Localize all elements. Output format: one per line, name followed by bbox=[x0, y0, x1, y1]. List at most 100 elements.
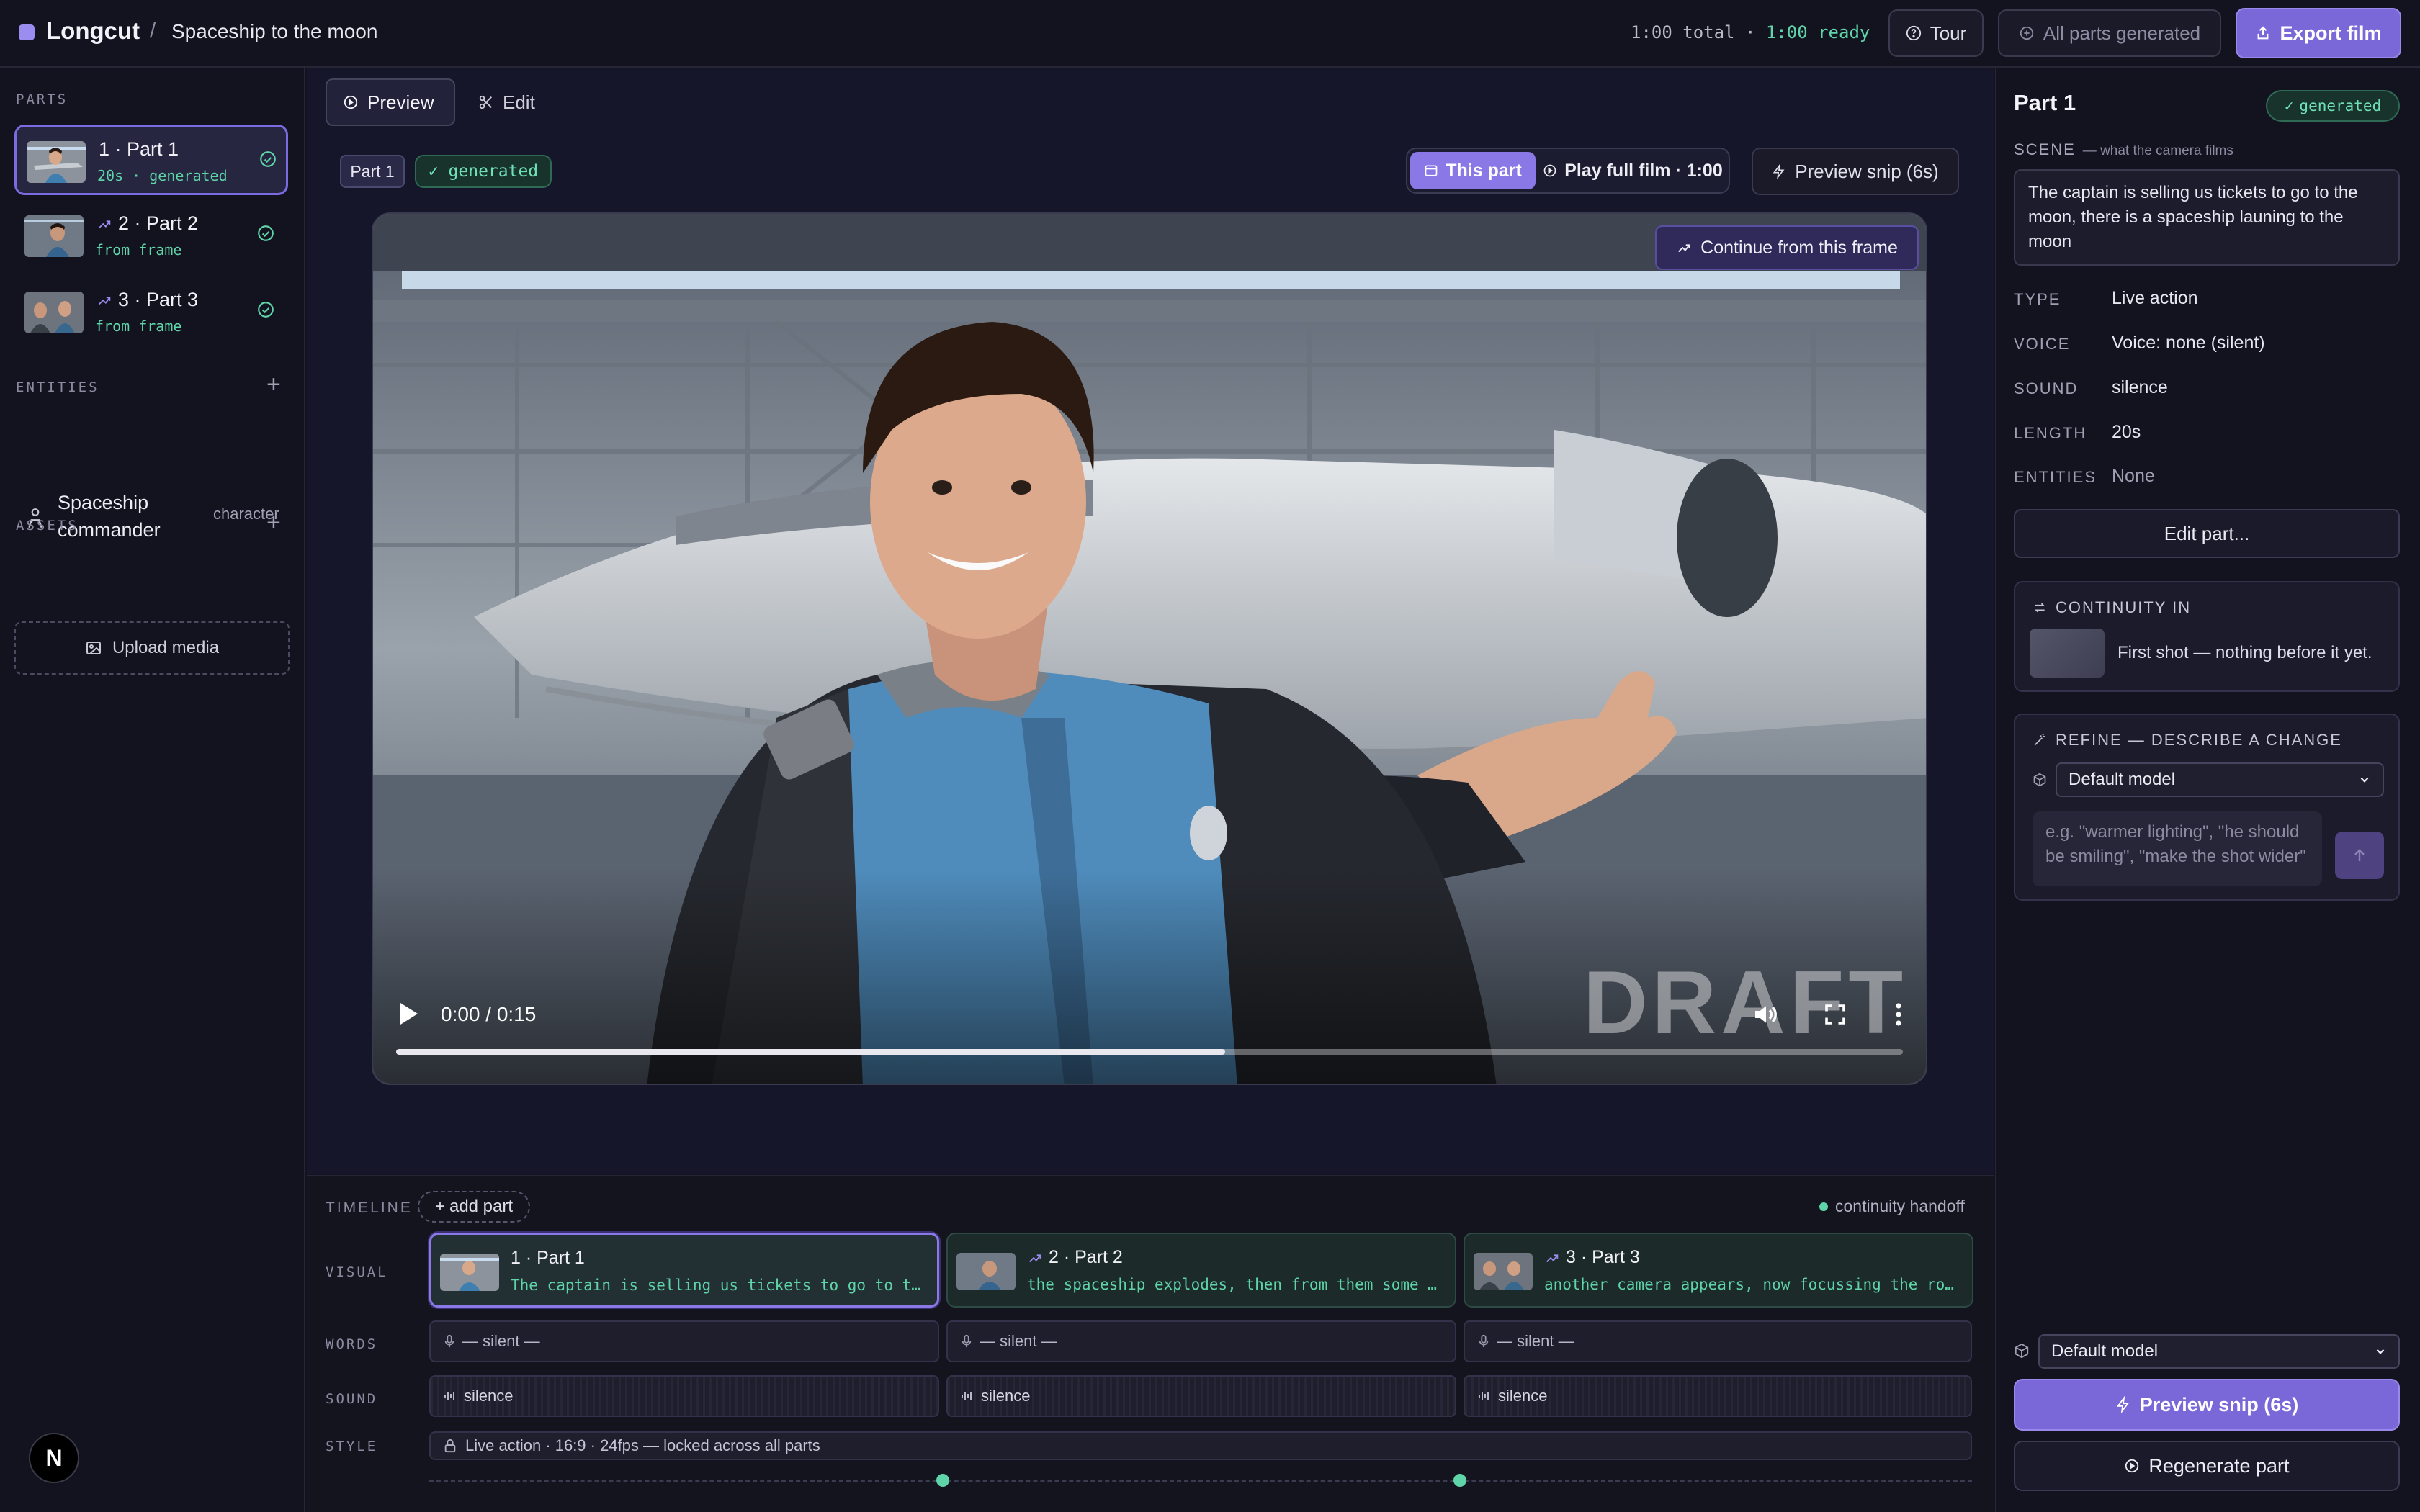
continuity-link-icon bbox=[99, 296, 111, 305]
preview-snip-button[interactable]: Preview snip (6s) bbox=[2014, 1379, 2400, 1431]
arrow-up-icon bbox=[2354, 849, 2365, 861]
clip-title: 3 · Part 3 bbox=[1566, 1247, 1640, 1267]
scene-label-row: SCENE — what the camera films bbox=[2014, 140, 2233, 159]
tour-button[interactable]: Tour bbox=[1888, 9, 1984, 57]
video-progress-track[interactable] bbox=[396, 1049, 1903, 1055]
part-title-row: 3 · Part 3 bbox=[97, 289, 198, 311]
continuity-text: First shot — nothing before it yet. bbox=[2118, 643, 2372, 662]
clip-thumbnail bbox=[1474, 1253, 1533, 1290]
ready-duration: 1:00 ready bbox=[1765, 22, 1870, 42]
timeline-label: TIMELINE bbox=[326, 1200, 413, 1216]
export-label: Export film bbox=[2280, 22, 2382, 44]
total-duration: 1:00 total bbox=[1631, 22, 1735, 42]
snip-label: Preview snip (6s) bbox=[2139, 1393, 2299, 1416]
add-entity-icon[interactable]: + bbox=[266, 371, 281, 399]
sound-lane-3[interactable]: silence bbox=[1464, 1375, 1972, 1417]
this-part-label: This part bbox=[1446, 160, 1522, 181]
handoff-marker-2[interactable] bbox=[1453, 1474, 1466, 1487]
project-title[interactable]: Spaceship to the moon bbox=[171, 20, 377, 43]
words-text: — silent — bbox=[462, 1332, 540, 1350]
sound-text: silence bbox=[464, 1387, 514, 1405]
dev-badge[interactable]: N bbox=[29, 1433, 79, 1483]
fullscreen-icon[interactable] bbox=[1822, 1002, 1848, 1027]
part-title: 3 · Part 3 bbox=[118, 289, 199, 310]
generation-model-select[interactable]: Default model bbox=[2038, 1334, 2400, 1369]
status-badge: ✓ generated bbox=[2266, 90, 2400, 122]
sound-lane-1[interactable]: silence bbox=[429, 1375, 939, 1417]
waveform-icon bbox=[444, 1392, 454, 1400]
timeline-clip-3[interactable]: 3 · Part 3 another camera appears, now f… bbox=[1464, 1233, 1973, 1308]
waveform-icon bbox=[962, 1392, 972, 1400]
scene-textarea[interactable]: The captain is selling us tickets to go … bbox=[2014, 169, 2400, 266]
tab-edit[interactable]: Edit bbox=[462, 78, 556, 126]
check-circle-icon bbox=[258, 225, 274, 241]
microphone-icon bbox=[1479, 1334, 1489, 1348]
upload-media-button[interactable]: Upload media bbox=[14, 621, 290, 675]
preview-snip-button-top[interactable]: Preview snip (6s) bbox=[1752, 148, 1959, 195]
play-full-film-toggle[interactable]: Play full film · 1:00 bbox=[1540, 152, 1726, 189]
entities-section-label: ENTITIES bbox=[16, 379, 99, 395]
field-label-type: TYPE bbox=[2014, 290, 2061, 308]
preview-snip-label: Preview snip (6s) bbox=[1795, 160, 1939, 182]
timeline-clip-1[interactable]: 1 · Part 1 The captain is selling us tic… bbox=[429, 1233, 939, 1308]
regen-label: Regenerate part bbox=[2148, 1454, 2290, 1477]
continue-from-frame-button[interactable]: Continue from this frame bbox=[1655, 225, 1919, 270]
sound-text: silence bbox=[1498, 1387, 1548, 1405]
handoff-marker-1[interactable] bbox=[936, 1474, 949, 1487]
play-icon[interactable] bbox=[398, 1002, 419, 1026]
words-lane-1[interactable]: — silent — bbox=[429, 1320, 939, 1362]
field-label-voice: VOICE bbox=[2014, 335, 2071, 353]
add-part-button[interactable]: + add part bbox=[418, 1191, 530, 1223]
part-inspector: Part 1 ✓ generated SCENE — what the camer… bbox=[1995, 68, 2420, 1512]
part-subtitle: from frame bbox=[95, 318, 182, 335]
part-row-1[interactable]: 1 · Part 1 20s · generated bbox=[14, 125, 288, 195]
continue-label: Continue from this frame bbox=[1700, 237, 1898, 258]
play-circle-icon bbox=[344, 95, 358, 109]
video-player[interactable]: Continue from this frame DRAFT 0:00 / 0:… bbox=[372, 212, 1927, 1085]
edit-part-button[interactable]: Edit part... bbox=[2014, 509, 2400, 558]
style-lane: Live action · 16:9 · 24fps — locked acro… bbox=[429, 1431, 1972, 1460]
export-film-button[interactable]: Export film bbox=[2236, 8, 2401, 58]
field-value-entities: None bbox=[2112, 466, 2155, 486]
part-subtitle: from frame bbox=[95, 241, 182, 258]
part-row-2[interactable]: 2 · Part 2 from frame bbox=[14, 201, 288, 271]
duration-status: 1:00 total · 1:00 ready bbox=[1631, 22, 1870, 42]
status-separator: · bbox=[1744, 22, 1756, 42]
refine-model-select[interactable]: Default model bbox=[2056, 762, 2384, 797]
continuity-thumbnail bbox=[2030, 629, 2105, 678]
words-lane-2[interactable]: — silent — bbox=[946, 1320, 1456, 1362]
timeline-clip-2[interactable]: 2 · Part 2 the spaceship explodes, then … bbox=[946, 1233, 1456, 1308]
scissors-icon bbox=[479, 95, 492, 109]
field-label-entities: ENTITIES bbox=[2014, 468, 2097, 486]
check-circle-icon bbox=[260, 151, 276, 167]
sound-lane-label: SOUND bbox=[326, 1391, 378, 1407]
volume-icon[interactable] bbox=[1752, 1000, 1780, 1029]
part-thumbnail bbox=[24, 292, 84, 333]
sound-lane-2[interactable]: silence bbox=[946, 1375, 1456, 1417]
tour-label: Tour bbox=[1930, 22, 1967, 44]
brand-name[interactable]: Longcut bbox=[46, 17, 140, 45]
video-time: 0:00 / 0:15 bbox=[441, 1003, 537, 1025]
tab-preview[interactable]: Preview bbox=[326, 78, 455, 126]
send-refine-button[interactable] bbox=[2335, 832, 2384, 879]
this-part-toggle[interactable]: This part bbox=[1410, 152, 1536, 189]
chevron-down-icon bbox=[2360, 777, 2369, 783]
clip-title: 1 · Part 1 bbox=[511, 1248, 585, 1268]
tab-label: Preview bbox=[367, 91, 434, 113]
all-parts-generated-button[interactable]: All parts generated bbox=[1998, 9, 2221, 57]
part-subtitle: 20s · generated bbox=[97, 167, 228, 184]
add-asset-icon[interactable]: + bbox=[266, 509, 281, 537]
film-icon bbox=[1425, 165, 1438, 176]
cube-icon bbox=[2015, 1343, 2029, 1359]
draft-watermark: DRAFT bbox=[1583, 953, 1908, 1053]
clip-description: another camera appears, now focussing th… bbox=[1544, 1276, 1962, 1293]
words-lane-label: WORDS bbox=[326, 1336, 378, 1352]
refine-input[interactable]: e.g. "warmer lighting", "he should be sm… bbox=[2033, 811, 2322, 886]
words-lane-3[interactable]: — silent — bbox=[1464, 1320, 1972, 1362]
part-row-3[interactable]: 3 · Part 3 from frame bbox=[14, 277, 288, 348]
more-options-icon[interactable] bbox=[1893, 1002, 1904, 1027]
playback-mode-toggle: This part Play full film · 1:00 bbox=[1406, 148, 1730, 194]
words-text: — silent — bbox=[1497, 1332, 1574, 1350]
refine-model-value: Default model bbox=[2069, 770, 2176, 789]
regenerate-part-button[interactable]: Regenerate part bbox=[2014, 1441, 2400, 1491]
